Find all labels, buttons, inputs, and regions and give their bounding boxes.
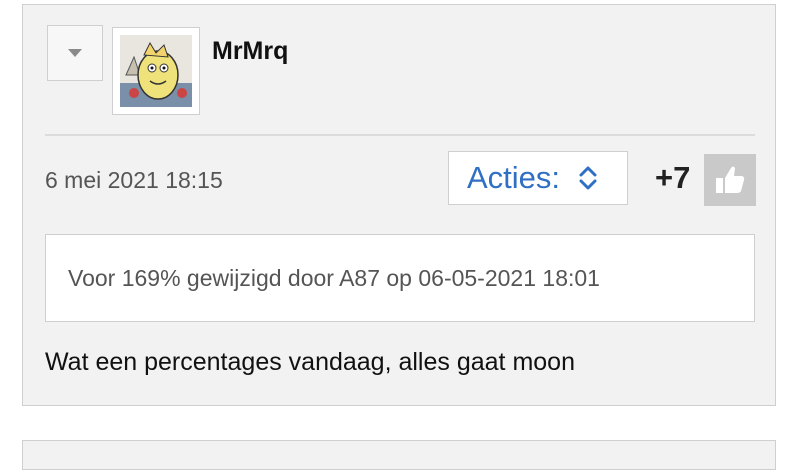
post-body: Wat een percentages vandaag, alles gaat … — [45, 348, 575, 376]
actions-dropdown[interactable]: Acties: — [448, 151, 628, 205]
score: +7 — [655, 160, 691, 195]
avatar-image — [120, 35, 192, 107]
username[interactable]: MrMrq — [212, 37, 288, 66]
triangle-down-icon — [68, 49, 82, 57]
edit-note: Voor 169% gewijzigd door A87 op 06-05-20… — [45, 234, 755, 322]
thumbs-up-icon — [716, 166, 745, 193]
edit-note-text: Voor 169% gewijzigd door A87 op 06-05-20… — [68, 264, 600, 291]
forum-post: MrMrq 6 mei 2021 18:15 Acties: +7 Voor 1… — [22, 4, 776, 406]
next-post — [22, 440, 776, 470]
divider — [45, 134, 755, 136]
chevron-up-down-icon — [578, 164, 598, 192]
post-timestamp: 6 mei 2021 18:15 — [45, 167, 223, 193]
like-button[interactable] — [704, 154, 756, 206]
actions-label: Acties: — [467, 160, 561, 195]
collapse-button[interactable] — [47, 25, 103, 81]
avatar[interactable] — [112, 27, 200, 115]
